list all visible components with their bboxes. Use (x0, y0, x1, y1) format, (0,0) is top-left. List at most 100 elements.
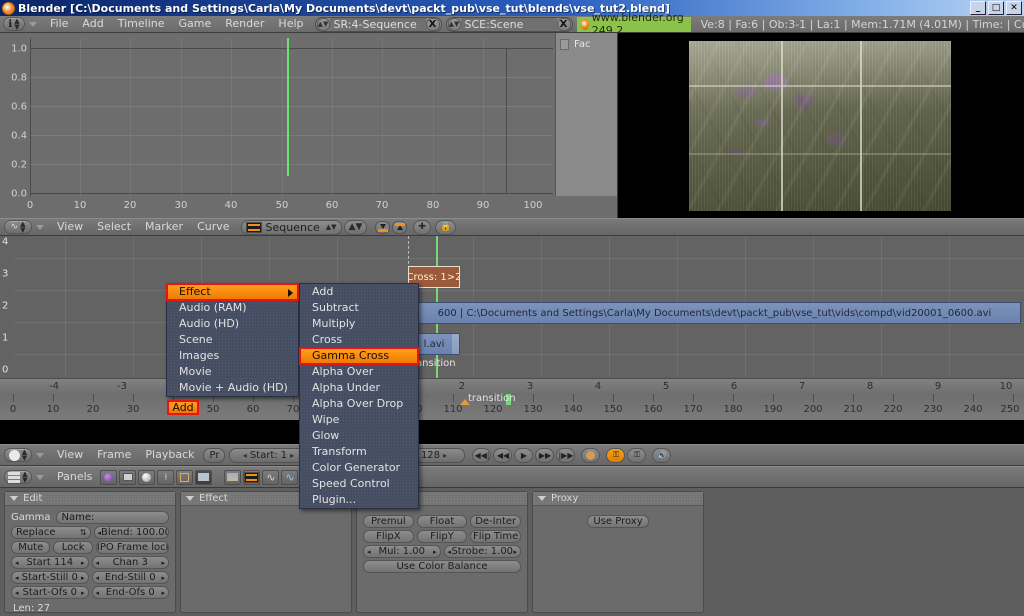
effect-item-plugin[interactable]: Plugin... (300, 492, 418, 508)
play-button[interactable]: ▶ (514, 448, 533, 463)
effect-item-alpha-under[interactable]: Alpha Under (300, 380, 418, 396)
delete-scene-button[interactable]: X (557, 18, 571, 31)
seq-menu-curve[interactable]: Curve (190, 219, 236, 235)
effect-item-multiply[interactable]: Multiply (300, 316, 418, 332)
ipo-curve-editor[interactable]: 1.0 0.8 0.6 0.4 0.2 0.0 (0, 33, 618, 218)
increment-icon[interactable]: ▸ (290, 451, 294, 460)
close-button[interactable]: ✕ (1006, 1, 1022, 15)
blender-version-link[interactable]: www.blender.org 249.2 (577, 17, 691, 32)
float-toggle[interactable]: Float (417, 515, 468, 528)
effect-item-transform[interactable]: Transform (300, 444, 418, 460)
maximize-button[interactable]: □ (988, 1, 1004, 15)
ipo-plot-area[interactable] (30, 38, 553, 196)
scene-name[interactable]: SCE:Scene (461, 18, 557, 31)
auto-key-on-icon[interactable]: ⚿ (606, 448, 625, 463)
flipx-toggle[interactable]: FlipX (363, 530, 414, 543)
jump-to-end-button[interactable]: |▶▶ (556, 448, 575, 463)
video-preview-area[interactable] (619, 33, 1024, 218)
partial-strip-right-handle[interactable] (452, 334, 459, 354)
seq-insert-up-icon[interactable] (392, 221, 407, 234)
add-menu-item-audio-hd[interactable]: Audio (HD) (167, 316, 298, 332)
effect-item-wipe[interactable]: Wipe (300, 412, 418, 428)
effect-item-subtract[interactable]: Subtract (300, 300, 418, 316)
seq-display-mode-button[interactable]: ▲▼ (344, 220, 368, 235)
sequencer-ruler[interactable]: -4 -3 -2 -1 0 1 2 3 4 5 6 7 8 9 10 (0, 378, 1024, 394)
add-menu-item-movie-audio-hd[interactable]: Movie + Audio (HD) (167, 380, 298, 396)
deinter-toggle[interactable]: De-Inter (470, 515, 521, 528)
jump-to-start-button[interactable]: ◀◀| (472, 448, 491, 463)
mul-field[interactable]: Mul: 1.00 (363, 545, 441, 558)
start-ofs-field[interactable]: Start-Ofs 0 (11, 586, 89, 599)
effect-item-color-generator[interactable]: Color Generator (300, 460, 418, 476)
seq-menu-marker[interactable]: Marker (138, 219, 190, 235)
buttons-window-type-icon[interactable]: ▲▼ (4, 470, 32, 484)
key-icon[interactable]: ⚿ (627, 448, 646, 463)
collapse-triangle-icon[interactable] (186, 496, 194, 501)
tl-menu-view[interactable]: View (50, 447, 90, 463)
use-color-balance-toggle[interactable]: Use Color Balance (363, 560, 521, 573)
channel-visibility-icon[interactable] (560, 39, 569, 50)
screen-selector[interactable]: ▲▼ SR:4-Sequence X (315, 17, 442, 32)
end-ofs-field[interactable]: End-Ofs 0 (92, 586, 170, 599)
image-icon[interactable] (224, 470, 241, 485)
proxy-panel-title[interactable]: Proxy (533, 492, 703, 506)
record-button[interactable] (581, 448, 600, 463)
sequencer-menu-collapse-icon[interactable] (36, 225, 44, 230)
collapse-triangle-icon[interactable] (10, 496, 18, 501)
sequencer-timeline[interactable]: 4 3 2 1 0 Cross: 1>2 600 | C:\Documents … (0, 236, 1024, 394)
scene-render-icon[interactable] (119, 470, 136, 485)
use-proxy-toggle[interactable]: Use Proxy (587, 515, 649, 528)
effect-item-glow[interactable]: Glow (300, 428, 418, 444)
fliptime-toggle[interactable]: Flip Time (470, 530, 521, 543)
seq-menu-select[interactable]: Select (90, 219, 138, 235)
prev-keyframe-button[interactable]: ◀◀ (493, 448, 512, 463)
menu-game[interactable]: Game (172, 16, 219, 32)
premul-toggle[interactable]: Premul (363, 515, 414, 528)
ipo-channel-panel[interactable]: Fac (555, 33, 617, 196)
edit-panel-title[interactable]: Edit (5, 492, 175, 506)
ipo-channel-fac[interactable]: Fac (560, 39, 613, 50)
menu-render[interactable]: Render (218, 16, 271, 32)
blend-value-field[interactable]: Blend: 100.00 (94, 526, 170, 539)
next-keyframe-button[interactable]: ▶▶ (535, 448, 554, 463)
effect-item-speed-control[interactable]: Speed Control (300, 476, 418, 492)
curve-icon[interactable]: ∿ (262, 470, 279, 485)
window-controls[interactable]: _ □ ✕ (970, 1, 1022, 15)
decrement-icon[interactable]: ◂ (243, 451, 247, 460)
screen-browse-icon[interactable]: ▲▼ (317, 18, 330, 31)
movie-strip[interactable]: 600 | C:\Documents and Settings\Carla\My… (408, 302, 1021, 324)
sequencer-context-icon[interactable] (195, 470, 212, 485)
add-menu-item-images[interactable]: Images (167, 348, 298, 364)
effect-item-alpha-over[interactable]: Alpha Over (300, 364, 418, 380)
scene-selector[interactable]: ▲▼ SCE:Scene X (446, 17, 573, 32)
lock-toggle[interactable]: Lock (53, 541, 92, 554)
sequencer-window-type-icon[interactable]: ∿ ▲▼ (4, 220, 32, 234)
ipo-playhead[interactable] (287, 38, 289, 176)
name-field[interactable]: Name: (56, 511, 170, 524)
ipo-frame-locked-toggle[interactable]: IPO Frame locked (96, 541, 169, 554)
menu-help[interactable]: Help (271, 16, 310, 32)
world-icon[interactable] (100, 470, 117, 485)
audio-sync-icon[interactable]: 🔊 (652, 448, 671, 463)
seq-menu-view[interactable]: View (50, 219, 90, 235)
tl-start-frame[interactable]: ◂ Start: 1 ▸ (229, 448, 307, 463)
timeline-menu-collapse-icon[interactable] (36, 453, 44, 458)
channel-field[interactable]: Chan 3 (92, 556, 170, 569)
tl-pr-toggle[interactable]: Pr (203, 448, 225, 463)
buttons-menu-collapse-icon[interactable] (36, 475, 44, 480)
filmstrip-icon[interactable] (243, 470, 260, 485)
object-icon[interactable] (138, 470, 155, 485)
shading-icon[interactable] (176, 470, 193, 485)
end-still-field[interactable]: End-Still 0 (92, 571, 170, 584)
increment-icon[interactable]: ▸ (443, 451, 447, 460)
strobe-field[interactable]: Strobe: 1.00 (444, 545, 522, 558)
add-menu-item-movie[interactable]: Movie (167, 364, 298, 380)
start-frame-field[interactable]: Start 114 (11, 556, 89, 569)
start-still-field[interactable]: Start-Still 0 (11, 571, 89, 584)
screen-name[interactable]: SR:4-Sequence (330, 18, 426, 31)
add-menu-item-effect[interactable]: Effect (167, 284, 298, 300)
menu-add[interactable]: Add (75, 16, 110, 32)
effect-submenu-popup[interactable]: Add Subtract Multiply Cross Gamma Cross … (299, 283, 419, 509)
delete-screen-button[interactable]: X (426, 18, 440, 31)
seq-view-all-button[interactable]: ✚ (413, 220, 431, 235)
